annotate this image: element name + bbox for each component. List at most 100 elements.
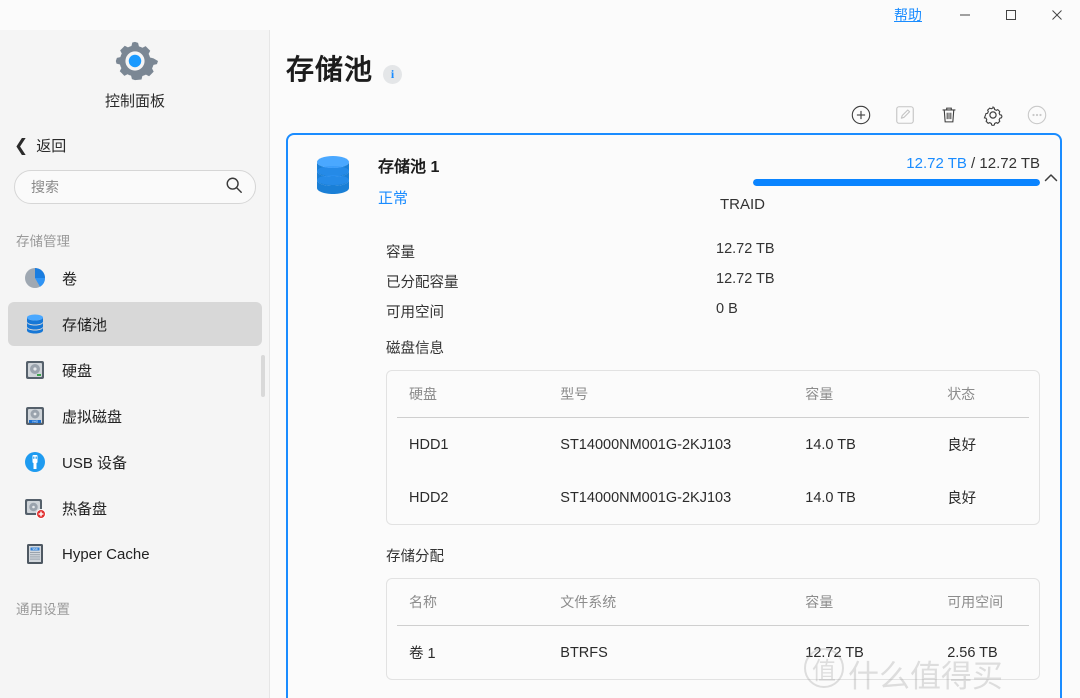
storage-allocation-section-label: 存储分配 — [386, 549, 444, 565]
sidebar-group-general: 通用设置 — [16, 602, 70, 617]
sidebar-scrollbar[interactable] — [261, 355, 265, 397]
storage-pool-icon — [22, 311, 48, 337]
volume-pie-icon — [22, 265, 48, 291]
sidebar-item-label: 热备盘 — [62, 500, 108, 518]
sidebar-item-virtual-disk[interactable]: VHD 虚拟磁盘 — [8, 394, 262, 438]
column-header: 硬盘 — [409, 386, 437, 402]
disk-status: 良好 — [947, 438, 977, 454]
pool-identity: 存储池 1 正常 — [378, 153, 439, 213]
sidebar-item-hot-spare[interactable]: 热备盘 — [8, 486, 262, 530]
usb-device-icon — [22, 449, 48, 475]
volume-filesystem: BTRFS — [560, 644, 608, 661]
sidebar-item-label: 卷 — [62, 270, 78, 288]
control-panel-gear-icon — [0, 38, 270, 84]
window-titlebar: 帮助 — [0, 0, 1080, 30]
column-header: 容量 — [805, 386, 834, 402]
detail-key: 容量 — [386, 245, 415, 261]
back-label: 返回 — [36, 138, 67, 155]
page-header: 存储池 i — [270, 30, 1080, 88]
search-icon — [225, 176, 243, 199]
search-input[interactable] — [31, 179, 225, 195]
detail-row: 已分配容量 12.72 TB — [386, 271, 1060, 292]
edit-pool-button[interactable] — [892, 102, 918, 128]
detail-value: 0 B — [716, 301, 738, 317]
disk-info-section-label: 磁盘信息 — [386, 341, 444, 357]
disk-model: ST14000NM001G-2KJ103 — [560, 436, 732, 453]
storage-allocation-table: 名称 文件系统 容量 可用空间 卷 1 BTRFS 12.72 TB 2.56 … — [386, 578, 1040, 680]
back-button[interactable]: ❮ 返回 — [14, 135, 270, 156]
column-header: 名称 — [409, 594, 437, 610]
column-header: 状态 — [947, 386, 976, 402]
column-header: 文件系统 — [560, 594, 617, 610]
capacity-separator: / — [971, 155, 976, 172]
sidebar-item-label: Hyper Cache — [62, 545, 150, 563]
maximize-button[interactable] — [988, 0, 1034, 30]
capacity-used: 12.72 TB — [906, 155, 967, 172]
pool-name: 存储池 1 — [378, 159, 440, 176]
column-header: 可用空间 — [947, 594, 1004, 610]
sidebar-item-label: 存储池 — [62, 316, 108, 334]
detail-row: 可用空间 0 B — [386, 301, 1060, 322]
pool-capacity-block: 12.72 TB / 12.72 TB TRAID — [720, 153, 1058, 213]
raid-type-label: TRAID — [720, 196, 765, 213]
close-button[interactable] — [1034, 0, 1080, 30]
hot-spare-icon — [22, 495, 48, 521]
detail-row: 容量 12.72 TB — [386, 241, 1060, 262]
sidebar: 控制面板 ❮ 返回 存储管理 卷 — [0, 30, 270, 698]
disk-model: ST14000NM001G-2KJ103 — [560, 489, 732, 506]
sidebar-group-storage: 存储管理 — [16, 234, 70, 249]
disk-capacity: 14.0 TB — [805, 436, 856, 453]
storage-pool-card[interactable]: 存储池 1 正常 12.72 TB / 12.72 TB TRAID 容量 12… — [286, 133, 1062, 698]
disk-name: HDD1 — [409, 436, 449, 453]
detail-value: 12.72 TB — [716, 271, 775, 287]
delete-pool-button[interactable] — [936, 102, 962, 128]
ssd-cache-icon: SSD — [22, 541, 48, 567]
table-row[interactable]: HDD2 ST14000NM001G-2KJ103 14.0 TB 良好 — [387, 471, 1039, 524]
page-title: 存储池 — [286, 54, 374, 85]
storage-pool-stack-icon — [310, 153, 356, 201]
capacity-progress-fill — [753, 179, 1040, 186]
pool-status[interactable]: 正常 — [378, 187, 439, 208]
more-actions-button[interactable] — [1024, 102, 1050, 128]
chevron-up-icon[interactable] — [1038, 165, 1060, 191]
column-header: 型号 — [560, 386, 589, 402]
table-header-row: 硬盘 型号 容量 状态 — [387, 371, 1039, 417]
svg-text:VHD: VHD — [32, 420, 39, 424]
pool-card-header: 存储池 1 正常 12.72 TB / 12.72 TB TRAID — [288, 135, 1060, 213]
sidebar-item-usb-device[interactable]: USB 设备 — [8, 440, 262, 484]
control-panel-title: 控制面板 — [104, 93, 165, 110]
control-panel-header: 控制面板 — [0, 30, 270, 111]
detail-key: 可用空间 — [386, 305, 444, 321]
storage-pool-window: 帮助 控制面板 ❮ 返回 搜索 存储管理 卷 存储池 硬盘 VHD 虚拟磁盘 U… — [0, 0, 1080, 698]
table-header-row: 名称 文件系统 容量 可用空间 — [387, 579, 1039, 625]
volume-available: 2.56 TB — [947, 644, 998, 661]
volume-capacity: 12.72 TB — [805, 644, 864, 661]
sidebar-item-hard-disk[interactable]: 硬盘 — [8, 348, 262, 392]
sidebar-item-volume[interactable]: 卷 — [8, 256, 262, 300]
sidebar-item-label: 虚拟磁盘 — [62, 408, 123, 426]
volume-name: 卷 1 — [409, 646, 436, 662]
info-icon[interactable]: i — [383, 65, 403, 84]
disk-name: HDD2 — [409, 489, 449, 506]
detail-key: 已分配容量 — [386, 275, 459, 291]
column-header: 容量 — [805, 594, 834, 610]
table-row[interactable]: HDD1 ST14000NM001G-2KJ103 14.0 TB 良好 — [387, 418, 1039, 471]
action-toolbar — [270, 88, 1080, 128]
add-pool-button[interactable] — [848, 102, 874, 128]
detail-value: 12.72 TB — [716, 241, 775, 257]
minimize-button[interactable] — [942, 0, 988, 30]
sidebar-item-label: 硬盘 — [62, 362, 93, 380]
capacity-total: 12.72 TB — [979, 155, 1040, 172]
virtual-disk-icon: VHD — [22, 403, 48, 429]
pool-settings-button[interactable] — [980, 102, 1006, 128]
hard-disk-icon — [22, 357, 48, 383]
help-link[interactable]: 帮助 — [894, 5, 922, 25]
disk-info-table: 硬盘 型号 容量 状态 HDD1 ST14000NM001G-2KJ103 14… — [386, 370, 1040, 525]
search-box[interactable] — [14, 170, 256, 204]
sidebar-item-label: USB 设备 — [62, 454, 128, 472]
table-row[interactable]: 卷 1 BTRFS 12.72 TB 2.56 TB — [387, 626, 1039, 679]
sidebar-item-hyper-cache[interactable]: SSD Hyper Cache — [8, 532, 262, 576]
disk-capacity: 14.0 TB — [805, 489, 856, 506]
main-content: 存储池 i 存储池 1 正常 12.72 TB / 12.72 TB TRAID… — [270, 30, 1080, 698]
sidebar-item-storage-pool[interactable]: 存储池 — [8, 302, 262, 346]
